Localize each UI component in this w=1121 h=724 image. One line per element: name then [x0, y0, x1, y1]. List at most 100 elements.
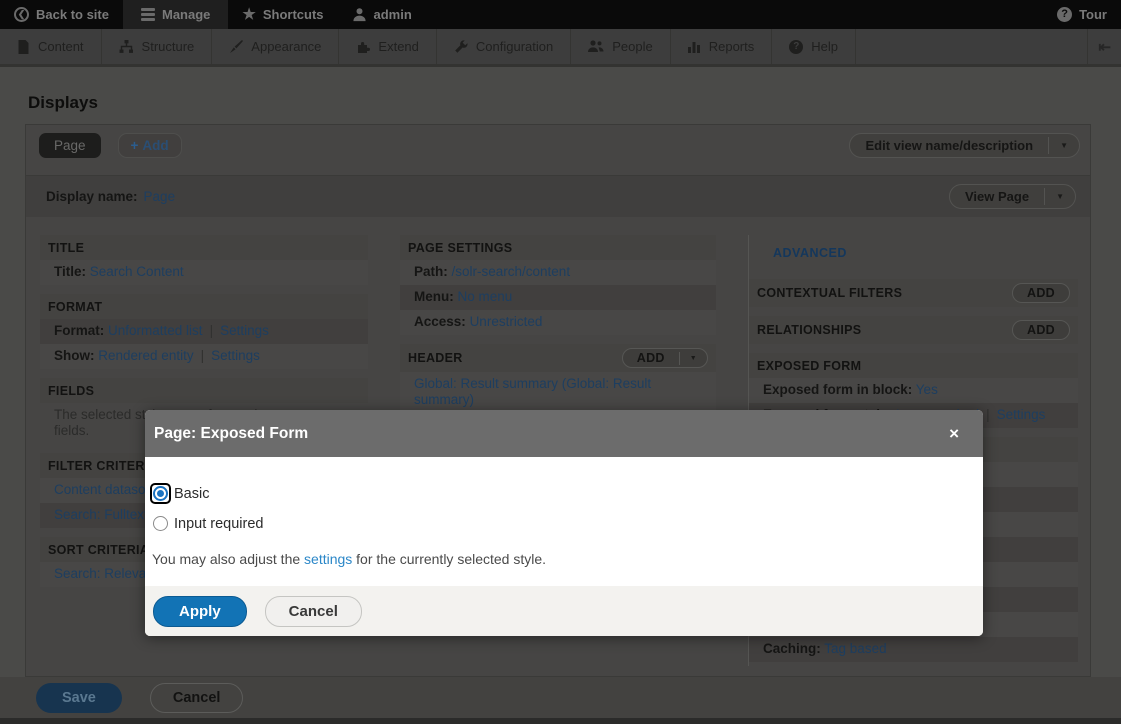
- exposed-form-in-block-row: Exposed form in block: Yes: [749, 378, 1078, 403]
- title-link[interactable]: Search Content: [90, 264, 184, 279]
- title-row: Title: Search Content: [40, 260, 368, 285]
- menu-item-configuration[interactable]: Configuration: [437, 29, 571, 64]
- dialog-cancel-button[interactable]: Cancel: [265, 596, 362, 627]
- row-label: Title:: [54, 264, 86, 279]
- chevron-down-icon[interactable]: ▼: [1044, 188, 1075, 205]
- add-display-button[interactable]: +Add: [118, 133, 182, 158]
- view-page-button[interactable]: View Page ▼: [949, 184, 1076, 209]
- radio-option-input-required[interactable]: Input required: [150, 513, 973, 534]
- paintbrush-icon: [229, 40, 243, 54]
- section-header-page-settings: PAGE SETTINGS: [400, 235, 716, 260]
- exposed-form-dialog: Page: Exposed Form × Basic Input require…: [145, 410, 983, 636]
- section-relationships: RELATIONSHIPS Add: [749, 316, 1078, 344]
- section-title-text: CONTEXTUAL FILTERS: [757, 286, 902, 300]
- toolbar-tab-admin-user[interactable]: admin: [338, 0, 426, 29]
- row-label: Path:: [414, 264, 448, 279]
- contextual-filters-add-button[interactable]: Add: [1012, 283, 1070, 303]
- radio-input-required-label: Input required: [174, 516, 263, 532]
- path-link[interactable]: /solr-search/content: [452, 264, 571, 279]
- section-title-text: EXPOSED FORM: [757, 359, 861, 373]
- chevron-down-icon[interactable]: ▼: [1048, 137, 1079, 154]
- toolbar-orientation-toggle[interactable]: ⇤: [1087, 29, 1121, 64]
- apply-button[interactable]: Apply: [153, 596, 247, 627]
- advanced-toggle[interactable]: Advanced: [749, 235, 1078, 270]
- radio-option-basic[interactable]: Basic: [150, 483, 973, 504]
- cancel-button[interactable]: Cancel: [150, 683, 244, 713]
- toolbar-tab-manage[interactable]: Manage: [123, 0, 228, 29]
- section-title-text: FORMAT: [48, 300, 102, 314]
- display-name-row: Display name: Page View Page ▼: [26, 175, 1090, 217]
- section-header-title: TITLE: [40, 235, 368, 260]
- display-tab-page[interactable]: Page: [39, 133, 101, 158]
- bottom-strip: [0, 718, 1121, 724]
- pipe-separator: |: [194, 348, 212, 363]
- back-to-site-button[interactable]: ❮ Back to site: [0, 0, 123, 29]
- row-label: Caching:: [763, 641, 821, 656]
- puzzle-icon: [356, 40, 370, 54]
- format-link[interactable]: Unformatted list: [108, 323, 203, 338]
- chevron-down-icon[interactable]: ▼: [679, 352, 707, 365]
- section-header-area: HEADER Add ▼ Global: Result summary (Glo…: [400, 344, 716, 413]
- caching-link[interactable]: Tag based: [824, 641, 886, 656]
- menu-item-structure[interactable]: Structure: [102, 29, 213, 64]
- exposed-form-settings-link[interactable]: Settings: [997, 407, 1046, 422]
- tray-spacer: [856, 29, 1087, 64]
- radio-basic[interactable]: [153, 486, 168, 501]
- header-add-button[interactable]: Add ▼: [622, 348, 708, 368]
- section-format: FORMAT Format: Unformatted list|Settings…: [40, 294, 368, 369]
- row-label: Access:: [414, 314, 466, 329]
- edit-view-name-label: Edit view name/description: [850, 134, 1048, 157]
- menu-item-appearance[interactable]: Appearance: [212, 29, 339, 64]
- access-row: Access: Unrestricted: [400, 310, 716, 335]
- tour-button[interactable]: ? Tour: [1043, 0, 1121, 29]
- section-title-text: HEADER: [408, 351, 463, 365]
- menu-item-people[interactable]: People: [571, 29, 670, 64]
- user-icon: [352, 7, 367, 22]
- edit-view-name-button[interactable]: Edit view name/description ▼: [849, 133, 1080, 158]
- format-row: Format: Unformatted list|Settings: [40, 319, 368, 344]
- hamburger-icon: [141, 8, 155, 21]
- row-label: Menu:: [414, 289, 454, 304]
- dialog-body: Basic Input required You may also adjust…: [145, 457, 983, 567]
- relationships-add-button[interactable]: Add: [1012, 320, 1070, 340]
- view-page-label: View Page: [950, 185, 1044, 208]
- menu-label-help: Help: [811, 39, 838, 54]
- show-link[interactable]: Rendered entity: [98, 348, 193, 363]
- section-title-text: SORT CRITERIA: [48, 543, 149, 557]
- settings-link[interactable]: settings: [304, 551, 352, 567]
- back-arrow-icon: ❮: [14, 7, 29, 22]
- exposed-form-in-block-link[interactable]: Yes: [916, 382, 938, 397]
- menu-item-extend[interactable]: Extend: [339, 29, 436, 64]
- dialog-titlebar[interactable]: Page: Exposed Form ×: [145, 410, 983, 457]
- menu-item-reports[interactable]: Reports: [671, 29, 773, 64]
- section-header-exposed-form: EXPOSED FORM: [749, 353, 1078, 378]
- menu-row: Menu: No menu: [400, 285, 716, 310]
- caching-row: Caching: Tag based: [749, 637, 1078, 662]
- toolbar-tab-shortcuts[interactable]: ★ Shortcuts: [228, 0, 337, 29]
- section-contextual-filters: CONTEXTUAL FILTERS Add: [749, 279, 1078, 307]
- access-link[interactable]: Unrestricted: [470, 314, 543, 329]
- display-name-link[interactable]: Page: [144, 189, 176, 204]
- section-page-settings: PAGE SETTINGS Path: /solr-search/content…: [400, 235, 716, 335]
- form-actions-bar: Save Cancel: [0, 677, 1121, 718]
- result-summary-link[interactable]: Global: Result summary (Global: Result s…: [414, 376, 651, 407]
- section-header-contextual-filters: CONTEXTUAL FILTERS Add: [749, 279, 1078, 307]
- close-icon[interactable]: ×: [949, 425, 959, 442]
- menu-item-help[interactable]: ? Help: [772, 29, 856, 64]
- radio-input-required[interactable]: [153, 516, 168, 531]
- section-title-text: TITLE: [48, 241, 84, 255]
- section-title-text: FIELDS: [48, 384, 94, 398]
- menu-link[interactable]: No menu: [458, 289, 513, 304]
- manage-label: Manage: [162, 7, 210, 22]
- toolbar-spacer: [426, 0, 1043, 29]
- row-label: Format:: [54, 323, 104, 338]
- radio-ring: [150, 513, 171, 534]
- menu-label-extend: Extend: [378, 39, 418, 54]
- show-settings-link[interactable]: Settings: [211, 348, 260, 363]
- content-file-icon: [17, 40, 30, 54]
- display-name-label: Display name:: [46, 189, 138, 204]
- format-settings-link[interactable]: Settings: [220, 323, 269, 338]
- save-button[interactable]: Save: [36, 683, 122, 713]
- section-title: TITLE Title: Search Content: [40, 235, 368, 285]
- menu-item-content[interactable]: Content: [0, 29, 102, 64]
